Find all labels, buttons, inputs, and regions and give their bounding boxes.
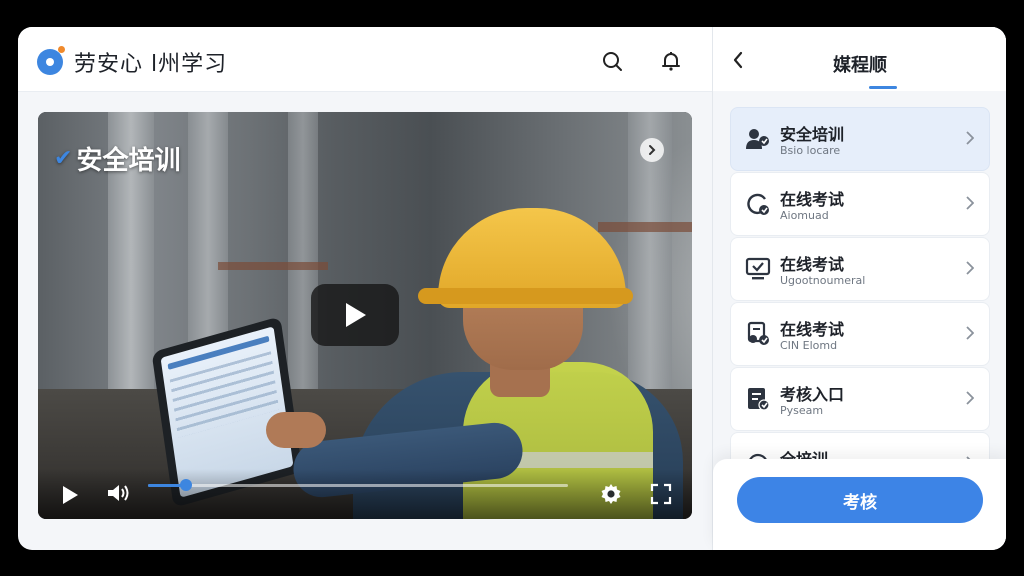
course-item-title: 安全培训 [780, 125, 845, 144]
exam-button[interactable]: 考核 [737, 477, 983, 523]
video-player[interactable]: ✔ 安全培训 [38, 112, 692, 519]
user-group-icon [744, 125, 772, 153]
chevron-right-icon [963, 389, 977, 407]
fullscreen-icon[interactable] [648, 481, 674, 507]
next-chevron-icon[interactable] [640, 138, 664, 162]
progress-knob[interactable] [179, 479, 192, 491]
bottom-action-area: 考核 [713, 459, 1006, 550]
panel-title-underline [869, 86, 897, 89]
course-item-exam-entry[interactable]: 考核入口 Pyseam [730, 367, 990, 431]
top-bar: 劳安心 l州学习 [18, 27, 712, 92]
course-item-subtitle: Ugootnoumeral [780, 274, 866, 287]
chevron-right-icon [963, 259, 977, 277]
check-icon: ✔ [54, 146, 73, 171]
course-item-subtitle: Bsio locare [780, 144, 841, 157]
course-panel: 媒程顺 安全培训 Bsio locare 在线考试 Aiomuad 在线考试 U… [712, 27, 1006, 550]
course-item-online-exam-3[interactable]: 在线考试 CIN Elomd [730, 302, 990, 366]
chevron-right-icon [963, 194, 977, 212]
panel-title: 媒程顺 [833, 55, 887, 76]
course-item-title: 在线考试 [780, 255, 845, 274]
course-item-safety-training[interactable]: 安全培训 Bsio locare [730, 107, 990, 171]
volume-icon[interactable] [104, 479, 132, 507]
play-icon[interactable] [58, 483, 82, 507]
refresh-check-icon [744, 190, 772, 218]
document-check-icon [744, 385, 772, 413]
bell-icon[interactable] [657, 47, 685, 75]
course-item-title: 考核入口 [780, 385, 845, 404]
app-title: 劳安心 l州学习 [74, 52, 228, 77]
panel-header: 媒程顺 [713, 27, 1006, 91]
monitor-check-icon [744, 255, 772, 283]
course-item-subtitle: Aiomuad [780, 209, 829, 222]
app-window: 劳安心 l州学习 ✔ 安全培训 媒程顺 安全培训 Bsio locare 在线考… [18, 27, 1006, 550]
user-doc-icon [744, 320, 772, 348]
course-item-subtitle: CIN Elomd [780, 339, 838, 352]
video-overlay-title: ✔ 安全培训 [54, 140, 180, 177]
play-button[interactable] [311, 284, 399, 346]
app-logo-icon [37, 49, 63, 75]
course-item-online-exam-1[interactable]: 在线考试 Aiomuad [730, 172, 990, 236]
chevron-right-icon [963, 324, 977, 342]
progress-bar[interactable] [148, 479, 568, 491]
video-controls [38, 469, 692, 519]
course-item-subtitle: Pyseam [780, 404, 824, 417]
gear-icon[interactable] [598, 481, 624, 507]
chevron-right-icon [963, 129, 977, 147]
course-item-title: 在线考试 [780, 320, 845, 339]
logo-accent-dot [58, 46, 65, 53]
video-title-text: 安全培训 [76, 146, 181, 176]
search-icon[interactable] [598, 47, 626, 75]
course-item-title: 在线考试 [780, 190, 845, 209]
course-item-online-exam-2[interactable]: 在线考试 Ugootnoumeral [730, 237, 990, 301]
